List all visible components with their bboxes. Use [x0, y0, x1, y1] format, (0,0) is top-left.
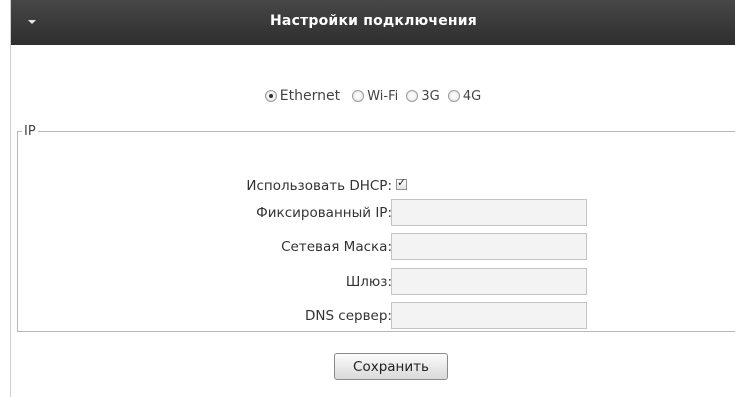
netmask-row: Сетевая Маска:: [18, 233, 598, 261]
panel-title: Настройки подключения: [270, 13, 477, 29]
static-ip-input[interactable]: [391, 199, 587, 226]
mode-option-4g[interactable]: 4G: [447, 88, 482, 104]
mode-label-wifi: Wi-Fi: [367, 88, 399, 104]
radio-4g[interactable]: [447, 90, 460, 102]
dhcp-checkbox[interactable]: [396, 176, 407, 190]
dns-input[interactable]: [391, 302, 587, 329]
mode-label-4g: 4G: [462, 88, 482, 104]
dns-row: DNS сервер:: [18, 302, 598, 330]
radio-wifi[interactable]: [352, 90, 365, 102]
connection-settings-panel: Настройки подключения Ethernet Wi-Fi 3G …: [10, 0, 735, 397]
radio-3g[interactable]: [406, 90, 419, 102]
mode-option-ethernet[interactable]: Ethernet: [264, 88, 344, 104]
static-ip-label: Фиксированный IP:: [256, 205, 392, 221]
radio-ethernet[interactable]: [264, 90, 277, 102]
gateway-input[interactable]: [391, 268, 587, 295]
netmask-label: Сетевая Маска:: [281, 239, 392, 255]
static-ip-row: Фиксированный IP:: [18, 199, 598, 227]
gateway-label: Шлюз:: [345, 274, 392, 290]
mode-label-3g: 3G: [421, 88, 440, 104]
mode-option-wifi[interactable]: Wi-Fi: [352, 89, 398, 104]
dhcp-label: Использовать DHCP:: [246, 178, 392, 194]
dhcp-row: Использовать DHCP:: [18, 172, 598, 200]
dns-label: DNS сервер:: [304, 308, 392, 324]
ip-fieldset: IP Использовать DHCP: Фиксированный IP: …: [17, 124, 735, 332]
netmask-input[interactable]: [391, 233, 587, 260]
ip-legend: IP: [24, 124, 36, 139]
panel-header: Настройки подключения: [11, 0, 735, 45]
mode-option-3g[interactable]: 3G: [406, 88, 440, 104]
mode-label-ethernet: Ethernet: [279, 88, 341, 104]
gateway-row: Шлюз:: [18, 268, 598, 296]
connection-mode-group: Ethernet Wi-Fi 3G 4G: [11, 88, 735, 106]
save-button[interactable]: Сохранить: [334, 353, 448, 380]
